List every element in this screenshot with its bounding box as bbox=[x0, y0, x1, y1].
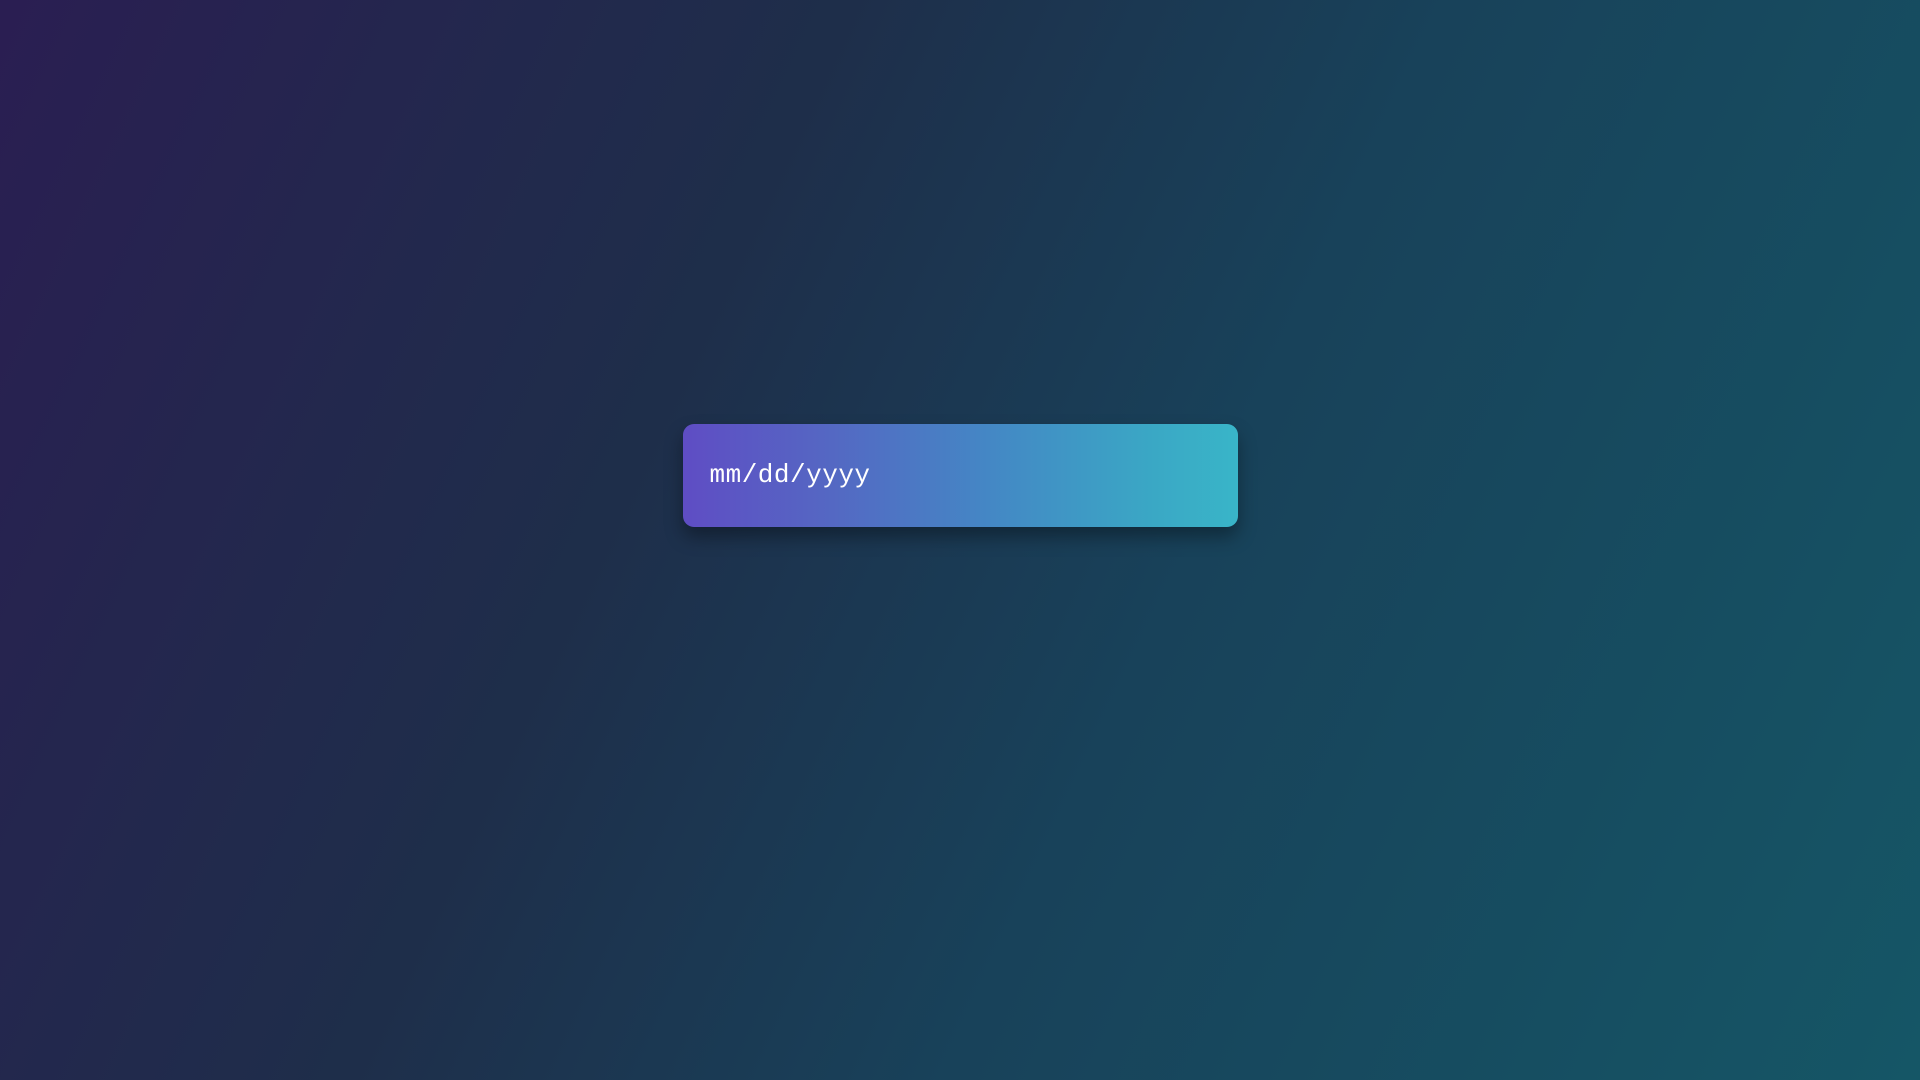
date-placeholder-text: mm/dd/yyyy bbox=[710, 460, 871, 490]
date-input-field[interactable]: mm/dd/yyyy bbox=[683, 424, 1238, 527]
